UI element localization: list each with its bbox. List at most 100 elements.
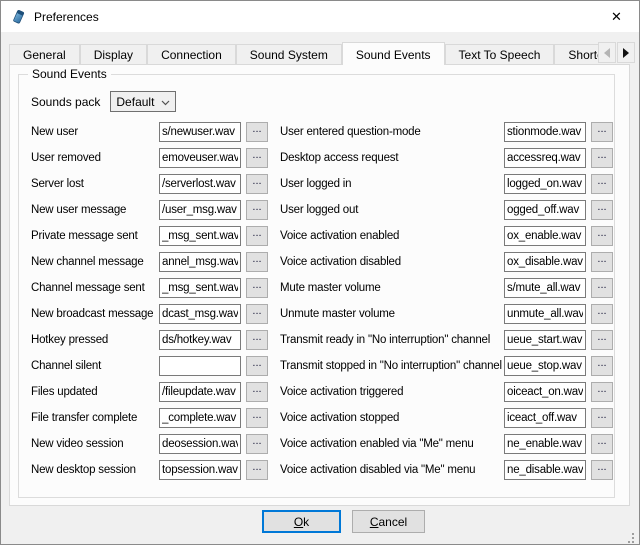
browse-button[interactable]: ... <box>246 122 268 142</box>
sound-file-input[interactable] <box>159 356 241 376</box>
sound-event-label: User removed <box>31 152 159 164</box>
sound-file-input[interactable] <box>159 382 241 402</box>
sound-file-input[interactable] <box>504 304 586 324</box>
sound-file-input[interactable] <box>159 148 241 168</box>
sound-file-input[interactable] <box>159 434 241 454</box>
preferences-dialog: Preferences ✕ GeneralDisplayConnectionSo… <box>0 0 640 545</box>
sound-event-label: Voice activation disabled <box>280 256 504 268</box>
browse-button[interactable]: ... <box>246 226 268 246</box>
browse-button[interactable]: ... <box>591 226 613 246</box>
sound-event-row: Hotkey pressed... <box>31 330 273 350</box>
sound-file-input[interactable] <box>159 330 241 350</box>
browse-button[interactable]: ... <box>246 252 268 272</box>
browse-button[interactable]: ... <box>246 148 268 168</box>
tab-sound-events[interactable]: Sound Events <box>342 42 445 65</box>
sound-file-input[interactable] <box>504 434 586 454</box>
tab-text-to-speech[interactable]: Text To Speech <box>445 44 555 65</box>
window-title: Preferences <box>34 10 99 24</box>
browse-button[interactable]: ... <box>591 460 613 480</box>
sound-event-label: New user message <box>31 204 159 216</box>
event-columns: New user...User removed...Server lost...… <box>31 122 614 486</box>
browse-button[interactable]: ... <box>591 434 613 454</box>
sound-event-label: New desktop session <box>31 464 159 476</box>
sound-file-input[interactable] <box>504 252 586 272</box>
sound-file-input[interactable] <box>504 122 586 142</box>
close-icon[interactable]: ✕ <box>594 1 639 32</box>
sound-file-input[interactable] <box>159 460 241 480</box>
cancel-button[interactable]: Cancel <box>352 510 425 533</box>
sound-file-input[interactable] <box>159 252 241 272</box>
sounds-pack-select[interactable]: Default <box>110 91 176 112</box>
sound-file-input[interactable] <box>159 304 241 324</box>
sound-file-input[interactable] <box>159 226 241 246</box>
browse-button[interactable]: ... <box>591 122 613 142</box>
sound-event-row: Voice activation triggered... <box>280 382 610 402</box>
sound-file-input[interactable] <box>159 174 241 194</box>
browse-button[interactable]: ... <box>246 330 268 350</box>
tab-connection[interactable]: Connection <box>147 44 236 65</box>
browse-button[interactable]: ... <box>246 174 268 194</box>
browse-button[interactable]: ... <box>246 382 268 402</box>
browse-button[interactable]: ... <box>591 330 613 350</box>
resize-grip[interactable] <box>632 537 634 539</box>
sound-event-row: Voice activation enabled... <box>280 226 610 246</box>
browse-button[interactable]: ... <box>591 278 613 298</box>
tab-general[interactable]: General <box>9 44 80 65</box>
sound-event-label: Channel message sent <box>31 282 159 294</box>
sound-file-input[interactable] <box>504 382 586 402</box>
browse-button[interactable]: ... <box>591 356 613 376</box>
tab-scroll-left-icon[interactable] <box>598 42 616 63</box>
browse-button[interactable]: ... <box>246 304 268 324</box>
tab-shortcuts[interactable]: Shortcuts <box>554 44 601 65</box>
browse-button[interactable]: ... <box>591 252 613 272</box>
browse-button[interactable]: ... <box>591 200 613 220</box>
sound-event-label: Transmit stopped in "No interruption" ch… <box>280 360 504 372</box>
browse-button[interactable]: ... <box>591 408 613 428</box>
sound-event-row: New user message... <box>31 200 273 220</box>
sound-file-input[interactable] <box>159 408 241 428</box>
sound-file-input[interactable] <box>504 278 586 298</box>
sound-event-label: New broadcast message <box>31 308 159 320</box>
sound-file-input[interactable] <box>504 174 586 194</box>
ok-button[interactable]: Ok <box>262 510 341 533</box>
cancel-button-label: Cancel <box>353 515 424 529</box>
sound-events-groupbox: Sound Events Sounds pack Default New use… <box>18 74 615 498</box>
browse-button[interactable]: ... <box>246 408 268 428</box>
sound-file-input[interactable] <box>504 460 586 480</box>
sound-file-input[interactable] <box>159 200 241 220</box>
browse-button[interactable]: ... <box>591 382 613 402</box>
sound-event-row: Server lost... <box>31 174 273 194</box>
sound-event-row: User entered question-mode... <box>280 122 610 142</box>
tab-display[interactable]: Display <box>80 44 147 65</box>
chevron-down-icon <box>161 95 170 109</box>
tab-scroll-right-icon[interactable] <box>617 42 635 63</box>
sound-file-input[interactable] <box>504 148 586 168</box>
browse-button[interactable]: ... <box>591 174 613 194</box>
browse-button[interactable]: ... <box>246 434 268 454</box>
sound-event-label: File transfer complete <box>31 412 159 424</box>
sound-file-input[interactable] <box>159 122 241 142</box>
sounds-pack-value: Default <box>116 95 154 109</box>
sound-event-label: New video session <box>31 438 159 450</box>
groupbox-title: Sound Events <box>28 67 111 81</box>
browse-button[interactable]: ... <box>246 356 268 376</box>
sound-file-input[interactable] <box>159 278 241 298</box>
sound-event-row: New video session... <box>31 434 273 454</box>
browse-button[interactable]: ... <box>246 200 268 220</box>
dialog-footer: Ok Cancel <box>1 510 639 533</box>
sound-file-input[interactable] <box>504 330 586 350</box>
tab-sound-system[interactable]: Sound System <box>236 44 342 65</box>
sound-file-input[interactable] <box>504 356 586 376</box>
sound-file-input[interactable] <box>504 226 586 246</box>
sound-file-input[interactable] <box>504 200 586 220</box>
sound-event-label: Voice activation triggered <box>280 386 504 398</box>
browse-button[interactable]: ... <box>246 460 268 480</box>
browse-button[interactable]: ... <box>591 304 613 324</box>
browse-button[interactable]: ... <box>591 148 613 168</box>
sound-event-row: Private message sent... <box>31 226 273 246</box>
sound-event-row: Voice activation disabled... <box>280 252 610 272</box>
browse-button[interactable]: ... <box>246 278 268 298</box>
sound-event-label: User entered question-mode <box>280 126 504 138</box>
sound-file-input[interactable] <box>504 408 586 428</box>
tab-strip: GeneralDisplayConnectionSound SystemSoun… <box>9 41 601 65</box>
